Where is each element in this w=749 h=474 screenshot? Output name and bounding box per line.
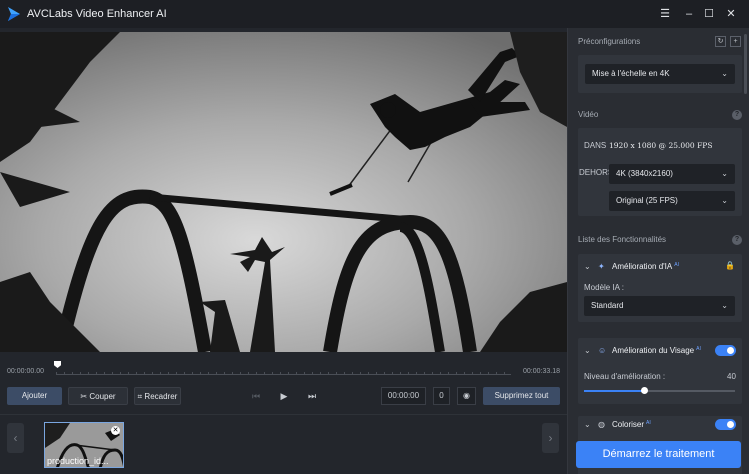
face-level-knob[interactable] <box>641 387 649 394</box>
app-logo-icon <box>8 7 20 21</box>
face-level-slider[interactable] <box>584 387 735 394</box>
file-name: production_id... <box>47 456 109 466</box>
sparkle-icon: ✦ <box>598 262 605 271</box>
time-start: 00:00:00.00 <box>7 368 44 375</box>
face-level-fill <box>584 390 645 392</box>
preview-toggle[interactable]: ◉ <box>457 387 476 405</box>
ai-enhancement-card: ⌄ ✦ Amélioration d'IA AI 🔒 Modèle IA : St… <box>578 254 742 322</box>
presets-title: Préconfigurations <box>578 37 641 46</box>
video-preview[interactable] <box>0 32 567 352</box>
ai-model-label: Modèle IA : <box>584 283 625 292</box>
face-enhancement-title: Amélioration du Visage AI <box>612 346 701 355</box>
resolution-value: 4K (3840x2160) <box>616 169 673 178</box>
time-end: 00:00:33.18 <box>523 368 560 375</box>
chevron-down-icon[interactable]: ⌄ <box>584 346 591 355</box>
play-icon[interactable]: ▶ <box>278 390 290 402</box>
ai-model-select[interactable]: Standard ⌄ <box>584 296 735 316</box>
video-card: DANS 1920 x 1080 @ 25.000 FPS DEHORS 4K … <box>578 128 742 216</box>
eye-icon: ◉ <box>463 391 470 400</box>
hamburger-menu-icon[interactable]: ☰ <box>658 7 672 21</box>
cut-button[interactable]: ✂ Couper <box>68 387 128 405</box>
video-frame-image <box>0 32 567 352</box>
timeline-ruler[interactable] <box>56 372 511 375</box>
colorize-toggle[interactable] <box>715 419 736 430</box>
title-bar: AVCLabs Video Enhancer AI ☰ – ☐ ✕ <box>0 0 749 28</box>
presets-card: Mise à l'échelle en 4K ⌄ <box>578 55 742 93</box>
chevron-down-icon: ⌄ <box>721 196 728 205</box>
add-button[interactable]: Ajouter <box>7 387 62 405</box>
minimize-icon[interactable]: – <box>682 7 696 21</box>
crop-label: Recadrer <box>144 392 178 401</box>
chevron-down-icon: ⌄ <box>721 169 728 178</box>
chevron-right-icon[interactable]: › <box>542 423 559 453</box>
editor-panel: 00:00:00.00 00:00:33.18 Ajouter ✂ Couper… <box>0 28 567 474</box>
remove-all-button[interactable]: Supprimez tout <box>483 387 560 405</box>
preset-value: Mise à l'échelle en 4K <box>592 69 670 78</box>
face-enhancement-card: ⌄ ☺ Amélioration du Visage AI Niveau d'am… <box>578 338 742 404</box>
resolution-select[interactable]: 4K (3840x2160) ⌄ <box>609 164 735 184</box>
preset-select[interactable]: Mise à l'échelle en 4K ⌄ <box>585 64 735 84</box>
face-level-label: Niveau d'amélioration : <box>584 372 666 381</box>
video-title: Vidéo <box>578 110 599 119</box>
frame-input[interactable]: 0 <box>433 387 450 405</box>
chevron-down-icon[interactable]: ⌄ <box>584 420 591 429</box>
framerate-select[interactable]: Original (25 FPS) ⌄ <box>609 191 735 211</box>
timeline[interactable]: 00:00:00.00 00:00:33.18 <box>0 358 567 380</box>
chevron-down-icon[interactable]: ⌄ <box>584 262 591 271</box>
in-label: DANS <box>584 141 607 150</box>
cut-label: Couper <box>89 392 116 401</box>
help-icon[interactable]: ? <box>732 235 742 245</box>
chevron-down-icon: ⌄ <box>721 301 728 310</box>
file-thumbnail[interactable]: ✕ production_id... <box>44 422 124 468</box>
scrollbar[interactable] <box>743 28 748 474</box>
app-title: AVCLabs Video Enhancer AI <box>27 8 167 20</box>
chevron-down-icon: ⌄ <box>721 69 728 78</box>
add-preset-icon[interactable]: + <box>730 36 741 47</box>
face-enhancement-toggle[interactable] <box>715 345 736 356</box>
colorize-title: Coloriser AI <box>612 420 651 429</box>
in-value: 1920 x 1080 @ 25.000 FPS <box>609 141 713 150</box>
chevron-left-icon[interactable]: ‹ <box>7 423 24 453</box>
settings-panel: Préconfigurations ↻ + Mise à l'échelle e… <box>567 28 749 474</box>
refresh-icon[interactable]: ↻ <box>715 36 726 47</box>
ai-enhancement-title: Amélioration d'IA AI <box>612 262 679 271</box>
framerate-value: Original (25 FPS) <box>616 196 678 205</box>
crop-button[interactable]: ⌗ Recadrer <box>134 387 181 405</box>
remove-file-icon[interactable]: ✕ <box>111 426 120 435</box>
file-strip: ‹ ✕ production_id... › <box>0 414 567 474</box>
editing-toolbar: Ajouter ✂ Couper ⌗ Recadrer ⏮ ▶ ⏭ 00:00:… <box>0 387 567 405</box>
playhead-handle[interactable] <box>54 361 61 368</box>
lock-icon: 🔒 <box>725 261 735 270</box>
help-icon[interactable]: ? <box>732 110 742 120</box>
skip-back-icon[interactable]: ⏮ <box>250 390 262 402</box>
crop-icon: ⌗ <box>137 392 143 401</box>
face-level-value: 40 <box>727 372 736 381</box>
scissors-icon: ✂ <box>80 392 88 401</box>
start-processing-button[interactable]: Démarrez le traitement <box>576 441 741 468</box>
maximize-icon[interactable]: ☐ <box>702 7 716 21</box>
close-icon[interactable]: ✕ <box>724 7 738 21</box>
ai-model-value: Standard <box>591 301 624 310</box>
time-input[interactable]: 00:00:00 <box>381 387 426 405</box>
face-icon: ☺ <box>598 346 607 355</box>
skip-forward-icon[interactable]: ⏭ <box>306 390 318 402</box>
palette-icon: ◍ <box>598 420 605 429</box>
features-title: Liste des Fonctionnalités <box>578 235 667 244</box>
